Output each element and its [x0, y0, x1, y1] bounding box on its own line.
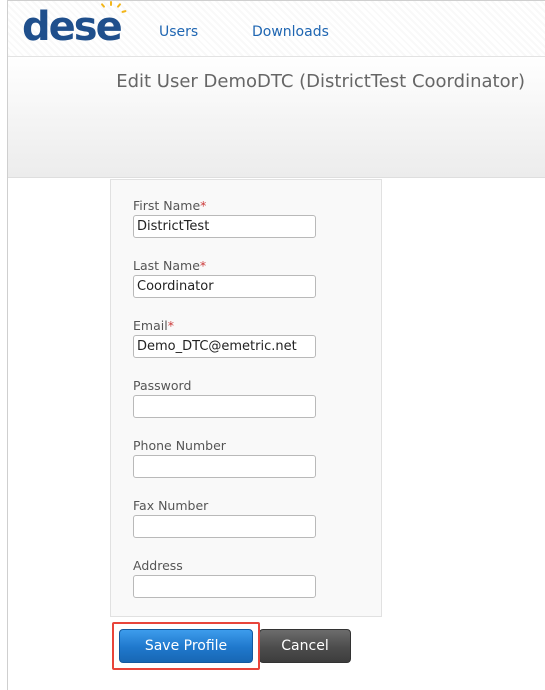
address-input[interactable] [133, 575, 316, 598]
page-title: Edit User DemoDTC (DistrictTest Coordina… [116, 71, 525, 92]
fax-number-label: Fax Number [133, 498, 209, 513]
address-field: Address [133, 558, 316, 598]
logo-sun-ray-icon [110, 1, 112, 6]
logo-sun-ray-icon [121, 9, 127, 14]
first-name-label: First Name* [133, 198, 316, 213]
password-label: Password [133, 378, 192, 393]
edit-user-form: First Name* Last Name* Email* Password P… [110, 179, 382, 617]
required-marker: * [199, 258, 207, 273]
email-label-text: Email [133, 318, 168, 333]
logo-text: dese [22, 4, 123, 50]
page-header: Edit User DemoDTC (DistrictTest Coordina… [8, 57, 545, 178]
phone-number-field: Phone Number [133, 438, 316, 478]
top-nav-bar: dese Users Downloads [8, 1, 545, 57]
address-label: Address [133, 558, 183, 573]
last-name-label: Last Name* [133, 258, 316, 273]
password-input[interactable] [133, 395, 316, 418]
fax-number-input[interactable] [133, 515, 316, 538]
last-name-field: Last Name* [133, 258, 316, 298]
first-name-label-text: First Name [133, 198, 201, 213]
email-label: Email* [133, 318, 316, 333]
required-marker: * [167, 318, 174, 333]
nav-link-downloads[interactable]: Downloads [252, 24, 329, 40]
dese-logo[interactable]: dese [22, 1, 127, 47]
phone-number-label: Phone Number [133, 438, 226, 453]
required-marker: * [200, 198, 207, 213]
first-name-field: First Name* [133, 198, 316, 238]
nav-link-users[interactable]: Users [159, 24, 198, 40]
fax-number-field: Fax Number [133, 498, 316, 538]
email-input[interactable] [133, 335, 316, 358]
first-name-input[interactable] [133, 215, 316, 238]
save-profile-button[interactable]: Save Profile [119, 629, 253, 663]
cancel-button[interactable]: Cancel [259, 629, 351, 663]
app-window: dese Users Downloads Edit User DemoDTC (… [7, 0, 545, 690]
phone-number-input[interactable] [133, 455, 316, 478]
last-name-input[interactable] [133, 275, 316, 298]
last-name-label-text: Last Name [133, 258, 200, 273]
password-field: Password [133, 378, 316, 418]
email-field: Email* [133, 318, 316, 358]
